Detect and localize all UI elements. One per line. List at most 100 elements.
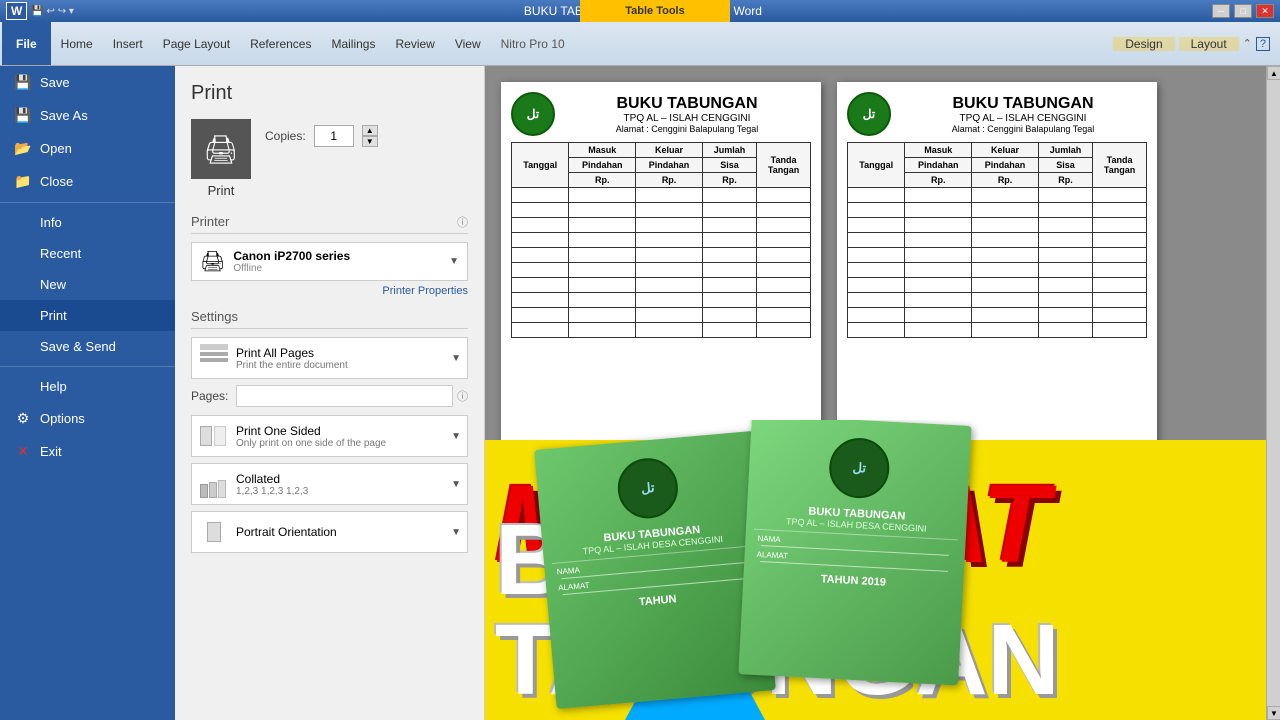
table-row — [512, 233, 811, 248]
doc-main-title-1: BUKU TABUNGAN — [563, 95, 811, 113]
printer-properties-link[interactable]: Printer Properties — [191, 285, 468, 297]
printer-icon: 🖨 — [200, 249, 225, 274]
col-masuk-rp-2: Rp. — [905, 173, 972, 188]
copies-input[interactable] — [314, 125, 354, 147]
sides-selector[interactable]: Print One Sided Only print on one side o… — [191, 415, 468, 457]
help-label: Help — [40, 379, 67, 394]
tab-nitro[interactable]: Nitro Pro 10 — [491, 22, 575, 65]
booklet1-year: TAHUN — [556, 586, 760, 616]
save-as-label: Save As — [40, 108, 88, 123]
printer-selector[interactable]: 🖨 Canon iP2700 series Offline ▼ — [191, 242, 468, 281]
tab-references[interactable]: References — [240, 22, 321, 65]
doc-logo-2: تل — [847, 92, 891, 136]
exit-icon: ✕ — [14, 443, 32, 460]
tab-review[interactable]: Review — [385, 22, 444, 65]
orientation-arrow: ▼ — [451, 527, 461, 538]
printer-section-label: Printer — [191, 214, 229, 229]
doc-org1-1: TPQ AL – ISLAH CENGGINI — [563, 113, 811, 124]
tab-home[interactable]: Home — [51, 22, 103, 65]
sides-arrow: ▼ — [451, 431, 461, 442]
sidebar-item-recent[interactable]: Recent — [0, 238, 175, 269]
save-send-label: Save & Send — [40, 339, 116, 354]
table-row — [512, 308, 811, 323]
settings-section-header: Settings — [191, 309, 468, 329]
sidebar-item-open[interactable]: 📂 Open — [0, 132, 175, 165]
col-keluar-rp-1: Rp. — [636, 173, 703, 188]
print-range-selector[interactable]: Print All Pages Print the entire documen… — [191, 337, 468, 379]
col-masuk-pind-2: Pindahan — [905, 158, 972, 173]
table-tools-bar: Table Tools — [580, 0, 730, 22]
sidebar-divider1 — [0, 202, 175, 203]
save-as-icon: 💾 — [14, 107, 32, 124]
table-row — [848, 278, 1147, 293]
sidebar-item-print[interactable]: Print — [0, 300, 175, 331]
overlay-section: MEMBUAT BUKU TABUNGAN تل BUKU TABUNGAN T… — [485, 420, 1266, 720]
sidebar-item-exit[interactable]: ✕ Exit — [0, 435, 175, 468]
printer-section-header: Printer ⓘ — [191, 214, 468, 234]
collate-selector[interactable]: Collated 1,2,3 1,2,3 1,2,3 ▼ — [191, 463, 468, 505]
sidebar-item-save[interactable]: 💾 Save — [0, 66, 175, 99]
sides-main: Print One Sided — [236, 424, 386, 438]
tab-insert[interactable]: Insert — [103, 22, 153, 65]
col-keluar-rp-2: Rp. — [972, 173, 1039, 188]
print-button[interactable]: 🖨 Print — [191, 119, 251, 198]
printer-status: Offline — [233, 263, 350, 274]
collate-main: Collated — [236, 472, 308, 486]
sidebar-item-save-send[interactable]: Save & Send — [0, 331, 175, 362]
info-label: Info — [40, 215, 62, 230]
sidebar-item-new[interactable]: New — [0, 269, 175, 300]
pages-info-icon[interactable]: ⓘ — [457, 388, 468, 404]
exit-label: Exit — [40, 444, 62, 459]
col-keluar-2: Keluar — [972, 143, 1039, 158]
col-tanda-2: TandaTangan — [1093, 143, 1147, 188]
sidebar-item-close[interactable]: 📁 Close — [0, 165, 175, 198]
orientation-selector[interactable]: Portrait Orientation ▼ — [191, 511, 468, 553]
sides-sub: Only print on one side of the page — [236, 438, 386, 449]
pages-input[interactable] — [236, 385, 453, 407]
table-row — [512, 203, 811, 218]
table-row — [848, 233, 1147, 248]
tab-page-layout[interactable]: Page Layout — [153, 22, 240, 65]
sidebar-item-save-as[interactable]: 💾 Save As — [0, 99, 175, 132]
scrollbar-right[interactable]: ▲ ▼ — [1266, 66, 1280, 720]
tab-file[interactable]: File — [2, 22, 51, 65]
col-tanda-1: TandaTangan — [757, 143, 811, 188]
printer-info-icon[interactable]: ⓘ — [457, 214, 468, 230]
copies-down[interactable]: ▼ — [362, 136, 378, 147]
sides-text: Print One Sided Only print on one side o… — [236, 424, 386, 449]
tab-view[interactable]: View — [445, 22, 491, 65]
ribbon-help-icon[interactable]: ? — [1256, 37, 1270, 51]
col-sisa-rp-2: Rp. — [1038, 173, 1092, 188]
sidebar-item-options[interactable]: ⚙ Options — [0, 402, 175, 435]
tab-design[interactable]: Design — [1113, 37, 1174, 51]
tab-mailings[interactable]: Mailings — [321, 22, 385, 65]
doc-logo-1: تل — [511, 92, 555, 136]
scroll-up[interactable]: ▲ — [1267, 66, 1280, 80]
scroll-down[interactable]: ▼ — [1267, 706, 1280, 720]
doc-table-1: Tanggal Masuk Keluar Jumlah TandaTangan … — [511, 142, 811, 338]
sidebar-item-info[interactable]: Info — [0, 207, 175, 238]
col-masuk-rp-1: Rp. — [569, 173, 636, 188]
maximize-button[interactable]: □ — [1234, 4, 1252, 18]
print-range-text: Print All Pages Print the entire documen… — [236, 346, 348, 371]
print-panel: Print 🖨 Print Copies: ▲ ▼ — [175, 66, 485, 720]
copies-up[interactable]: ▲ — [362, 125, 378, 136]
recent-label: Recent — [40, 246, 81, 261]
table-row — [512, 293, 811, 308]
table-row — [848, 203, 1147, 218]
sidebar-item-help[interactable]: Help — [0, 371, 175, 402]
close-label: Close — [40, 174, 73, 189]
ribbon-collapse-icon[interactable]: ⌃ — [1243, 37, 1252, 50]
tab-layout[interactable]: Layout — [1179, 37, 1239, 51]
print-range-icon — [200, 344, 228, 372]
title-bar-left: W 💾 ↩ ↪ ▾ — [6, 2, 74, 20]
orientation-icon — [200, 518, 228, 546]
pages-row: Pages: ⓘ — [191, 385, 468, 407]
minimize-button[interactable]: ─ — [1212, 4, 1230, 18]
print-button-label[interactable]: Print — [208, 183, 235, 198]
table-row — [512, 278, 811, 293]
options-icon: ⚙ — [14, 410, 32, 427]
doc-org2-2: Alamat : Cenggini Balapulang Tegal — [899, 124, 1147, 134]
close-button[interactable]: ✕ — [1256, 4, 1274, 18]
table-row — [512, 323, 811, 338]
